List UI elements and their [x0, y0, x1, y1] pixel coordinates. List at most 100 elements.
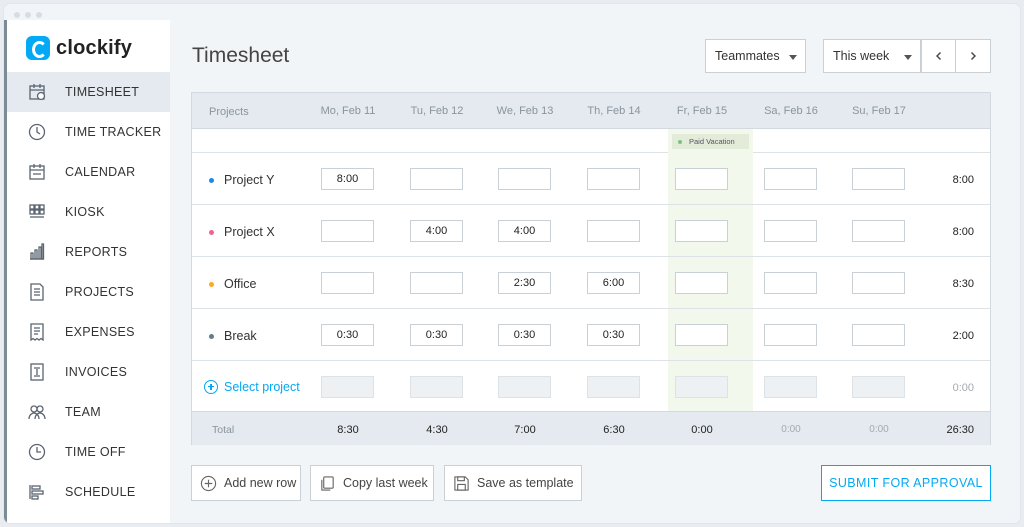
- time-entry-input[interactable]: [587, 220, 640, 242]
- time-entry-input[interactable]: 0:30: [410, 324, 463, 346]
- window-controls: [14, 12, 42, 18]
- time-entry-input[interactable]: [852, 220, 905, 242]
- sidebar-item-label: TEAM: [65, 405, 101, 419]
- project-name-label: Project Y: [224, 173, 275, 187]
- totals-row: Total 26:30 8:30 4:30 7:00 6:30 0:00 0:00 0:00: [192, 411, 990, 445]
- time-entry-input[interactable]: [675, 272, 728, 294]
- time-entry-input[interactable]: 4:00: [410, 220, 463, 242]
- clock-icon: [27, 122, 47, 142]
- day-column-header: Fr, Feb 15: [676, 105, 728, 117]
- next-week-button[interactable]: [955, 39, 991, 73]
- submit-for-approval-button[interactable]: SUBMIT FOR APPROVAL: [821, 465, 991, 501]
- select-project-button[interactable]: Select project: [204, 380, 300, 394]
- time-entry-input[interactable]: [764, 324, 817, 346]
- day-total: 8:30: [337, 424, 359, 436]
- app-logo[interactable]: clockify: [26, 36, 132, 60]
- time-entry-input[interactable]: 8:00: [321, 168, 374, 190]
- previous-week-button[interactable]: [921, 39, 956, 73]
- sidebar-item-invoices[interactable]: INVOICES: [7, 352, 170, 392]
- time-entry-input[interactable]: [410, 168, 463, 190]
- chevron-left-icon: [935, 52, 941, 60]
- time-entry-input[interactable]: [852, 272, 905, 294]
- copy-last-week-button[interactable]: Copy last week: [310, 465, 434, 501]
- chevron-right-icon: [971, 52, 976, 60]
- time-entry-input[interactable]: [498, 168, 551, 190]
- table-row: Project Y 8:00 8:00: [192, 153, 990, 205]
- time-entry-input[interactable]: [764, 272, 817, 294]
- day-total: 0:00: [691, 424, 713, 436]
- save-as-template-button[interactable]: Save as template: [444, 465, 582, 501]
- time-entry-input[interactable]: [410, 272, 463, 294]
- time-entry-input[interactable]: 6:00: [587, 272, 640, 294]
- time-entry-input[interactable]: 4:00: [498, 220, 551, 242]
- sidebar-item-kiosk[interactable]: KIOSK: [7, 192, 170, 232]
- timesheet-icon: [27, 82, 47, 102]
- sidebar-item-label: PROJECTS: [65, 285, 135, 299]
- project-name[interactable]: Project Y: [209, 173, 275, 187]
- day-column-header: Th, Feb 14: [587, 105, 641, 117]
- day-total: 0:00: [781, 424, 801, 435]
- vacation-dot-icon: [678, 139, 682, 144]
- row-total: 8:00: [952, 226, 974, 238]
- time-entry-input[interactable]: [852, 324, 905, 346]
- sidebar-item-expenses[interactable]: EXPENSES: [7, 312, 170, 352]
- time-entry-input[interactable]: [675, 324, 728, 346]
- time-entry-input[interactable]: [675, 220, 728, 242]
- row-total: 0:00: [952, 382, 974, 394]
- receipt-icon: [27, 322, 47, 342]
- sidebar-nav: TIMESHEET TIME TRACKER CALENDAR KIOSK REPORT…: [7, 72, 170, 512]
- time-entry-input[interactable]: [675, 168, 728, 190]
- time-entry-input[interactable]: [852, 168, 905, 190]
- time-entry-input[interactable]: 0:30: [321, 324, 374, 346]
- disabled-time-input: [410, 376, 463, 398]
- sidebar-item-time-tracker[interactable]: TIME TRACKER: [7, 112, 170, 152]
- add-circle-icon: [204, 380, 218, 394]
- project-name[interactable]: Project X: [209, 225, 275, 239]
- disabled-time-input: [587, 376, 640, 398]
- sidebar-item-label: TIMESHEET: [65, 85, 140, 99]
- project-name-label: Project X: [224, 225, 275, 239]
- sidebar-item-reports[interactable]: REPORTS: [7, 232, 170, 272]
- date-range-dropdown[interactable]: This week: [823, 39, 921, 73]
- time-entry-input[interactable]: [764, 220, 817, 242]
- project-name-label: Break: [224, 329, 257, 343]
- sidebar-item-timesheet[interactable]: TIMESHEET: [7, 72, 170, 112]
- sidebar-item-team[interactable]: TEAM: [7, 392, 170, 432]
- kiosk-icon: [27, 202, 47, 222]
- sidebar-item-schedule[interactable]: SCHEDULE: [7, 472, 170, 512]
- teammates-dropdown[interactable]: Teammates: [705, 39, 806, 73]
- time-entry-input[interactable]: [764, 168, 817, 190]
- select-project-row: Select project 0:00: [192, 361, 990, 413]
- day-column-header: Tu, Feb 12: [410, 105, 464, 117]
- time-entry-input[interactable]: [321, 220, 374, 242]
- project-color-dot: [209, 333, 214, 339]
- time-entry-input[interactable]: 2:30: [498, 272, 551, 294]
- row-total: 8:30: [952, 278, 974, 290]
- time-entry-input[interactable]: 0:30: [587, 324, 640, 346]
- sidebar-item-label: TIME TRACKER: [65, 125, 162, 139]
- page-title: Timesheet: [192, 44, 290, 67]
- project-color-dot: [209, 177, 214, 183]
- project-name[interactable]: Office: [209, 277, 256, 291]
- time-entry-input[interactable]: [587, 168, 640, 190]
- sidebar-item-label: TIME OFF: [65, 445, 126, 459]
- day-total: 7:00: [514, 424, 536, 436]
- disabled-time-input: [764, 376, 817, 398]
- paid-vacation-badge[interactable]: Paid Vacation: [672, 134, 749, 149]
- sidebar-item-label: EXPENSES: [65, 325, 135, 339]
- day-total: 4:30: [426, 424, 448, 436]
- time-off-row: [192, 129, 990, 153]
- app-name: clockify: [56, 36, 133, 59]
- add-new-row-button[interactable]: Add new row: [191, 465, 301, 501]
- day-column-header: Sa, Feb 16: [764, 105, 818, 117]
- project-name[interactable]: Break: [209, 329, 257, 343]
- time-entry-input[interactable]: [321, 272, 374, 294]
- sidebar-item-projects[interactable]: PROJECTS: [7, 272, 170, 312]
- time-entry-input[interactable]: 0:30: [498, 324, 551, 346]
- row-total: 8:00: [952, 174, 974, 186]
- sidebar-item-time-off[interactable]: TIME OFF: [7, 432, 170, 472]
- table-row: Break 0:30 0:30 0:30 0:30 2:00: [192, 309, 990, 361]
- sidebar-item-calendar[interactable]: CALENDAR: [7, 152, 170, 192]
- bar-chart-icon: [27, 242, 47, 262]
- sidebar-item-label: KIOSK: [65, 205, 105, 219]
